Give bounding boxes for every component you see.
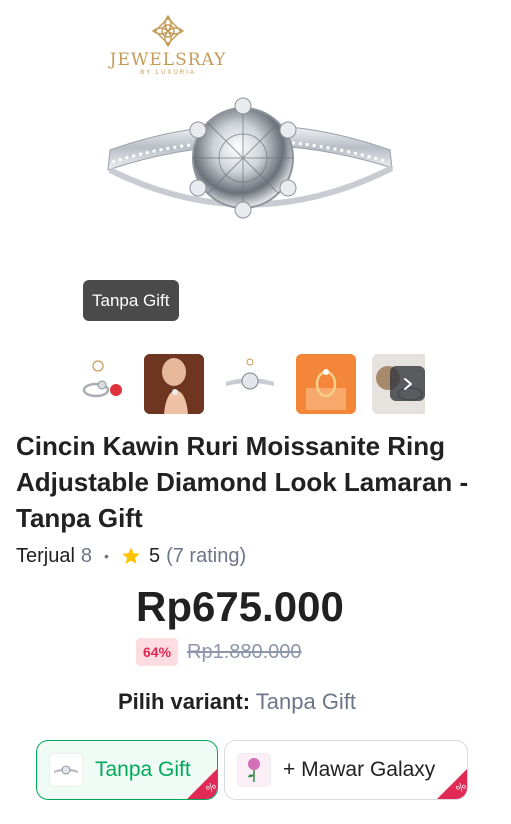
sold-label: Terjual (16, 544, 75, 567)
variant-option-label: Tanpa Gift (95, 758, 191, 781)
variant-picker-selected: Tanpa Gift (255, 689, 357, 714)
product-meta: Terjual 8 • 5 (7 rating) (16, 543, 246, 569)
gallery-next-button[interactable] (390, 366, 425, 401)
ring-thumbnail-icon (54, 765, 78, 775)
variant-option-tanpa-gift[interactable]: Tanpa Gift % (36, 740, 218, 800)
star-icon (121, 546, 141, 566)
ring-orange-box-icon (296, 354, 356, 414)
thumbnail-4[interactable] (296, 354, 356, 414)
brand-logo: JEWELSRAY BY LUXURIA (108, 14, 228, 76)
rose-icon (248, 758, 260, 782)
ring-image (107, 97, 394, 219)
variant-picker-label: Pilih variant: (118, 689, 251, 714)
sold-count: 8 (80, 544, 93, 567)
variant-thumbnail (49, 753, 83, 787)
variant-thumbnail (237, 753, 271, 787)
variant-picker-heading: Pilih variant: Tanpa Gift (118, 688, 356, 716)
rating-count[interactable]: (7 rating) (166, 545, 246, 568)
discount-corner-icon: % (437, 769, 467, 799)
variant-overlay-label: Tanpa Gift (83, 280, 179, 321)
product-price: Rp675.000 (136, 583, 344, 630)
ring-thumbnail-icon (82, 360, 122, 398)
thumbnail-2[interactable] (144, 354, 204, 414)
rating-value: 5 (148, 544, 161, 567)
separator-dot: • (104, 548, 109, 564)
brand-emblem-icon (151, 14, 185, 48)
product-main-image[interactable]: JEWELSRAY BY LUXURIA Tanpa Gift (0, 0, 511, 340)
variant-option-mawar-galaxy[interactable]: + Mawar Galaxy % (224, 740, 468, 800)
hand-model-icon (144, 354, 204, 414)
ring-solitaire-icon (226, 358, 274, 390)
original-price: Rp1.880.000 (187, 641, 302, 663)
discount-corner-icon: % (187, 769, 217, 799)
thumbnail-1[interactable] (68, 354, 128, 414)
brand-name: JEWELSRAY (109, 50, 227, 70)
brand-subtitle: BY LUXURIA (140, 70, 196, 76)
variant-option-label: + Mawar Galaxy (283, 758, 436, 781)
thumbnail-strip (68, 354, 425, 414)
discount-badge: 64% (136, 638, 179, 666)
chevron-right-icon (403, 377, 412, 390)
product-title: Cincin Kawin Ruri Moissanite Ring Adjust… (16, 431, 469, 533)
thumbnail-3[interactable] (220, 354, 280, 414)
